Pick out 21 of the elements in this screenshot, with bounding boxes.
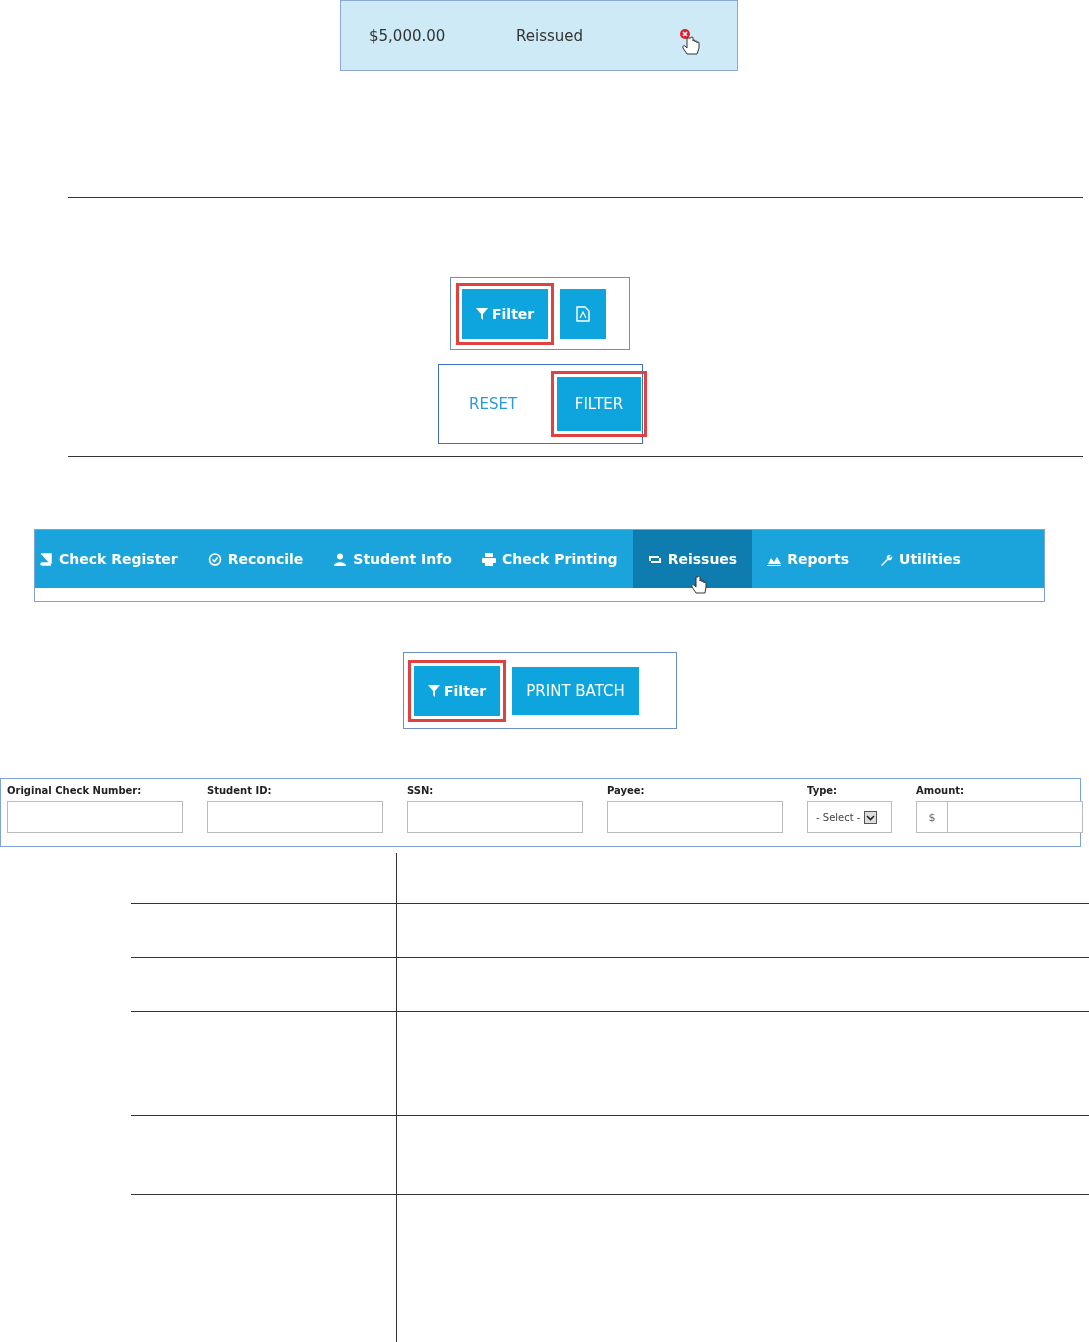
type-select[interactable]: - Select - — [807, 801, 892, 833]
reset-button[interactable]: RESET — [463, 394, 545, 414]
field-label: Original Check Number: — [7, 785, 143, 796]
filter-button[interactable]: Filter — [414, 665, 501, 716]
nav-tab[interactable]: Student Info — [318, 530, 467, 588]
nav-tab[interactable]: Utilities — [864, 530, 976, 588]
nav-tab[interactable]: Reports — [752, 530, 865, 588]
field-label: Type: — [807, 785, 839, 796]
nav-tab[interactable]: Check Register — [35, 530, 193, 588]
field-label: Payee: — [607, 785, 646, 796]
field-label: Amount: — [916, 785, 966, 796]
status-text: Reissued — [516, 26, 585, 45]
currency-prefix: $ — [916, 801, 948, 833]
nav-tab[interactable]: Reconcile — [192, 530, 319, 588]
filter-button[interactable]: Filter — [462, 288, 549, 339]
print-batch-button[interactable]: PRINT BATCH — [512, 666, 639, 715]
field-label: Student ID: — [207, 785, 273, 796]
field-label: SSN: — [407, 785, 435, 796]
filter-button[interactable]: FILTER — [557, 377, 641, 431]
amount-text: $5,000.00 — [369, 26, 447, 45]
nav-tab[interactable]: Check Printing — [467, 530, 633, 588]
